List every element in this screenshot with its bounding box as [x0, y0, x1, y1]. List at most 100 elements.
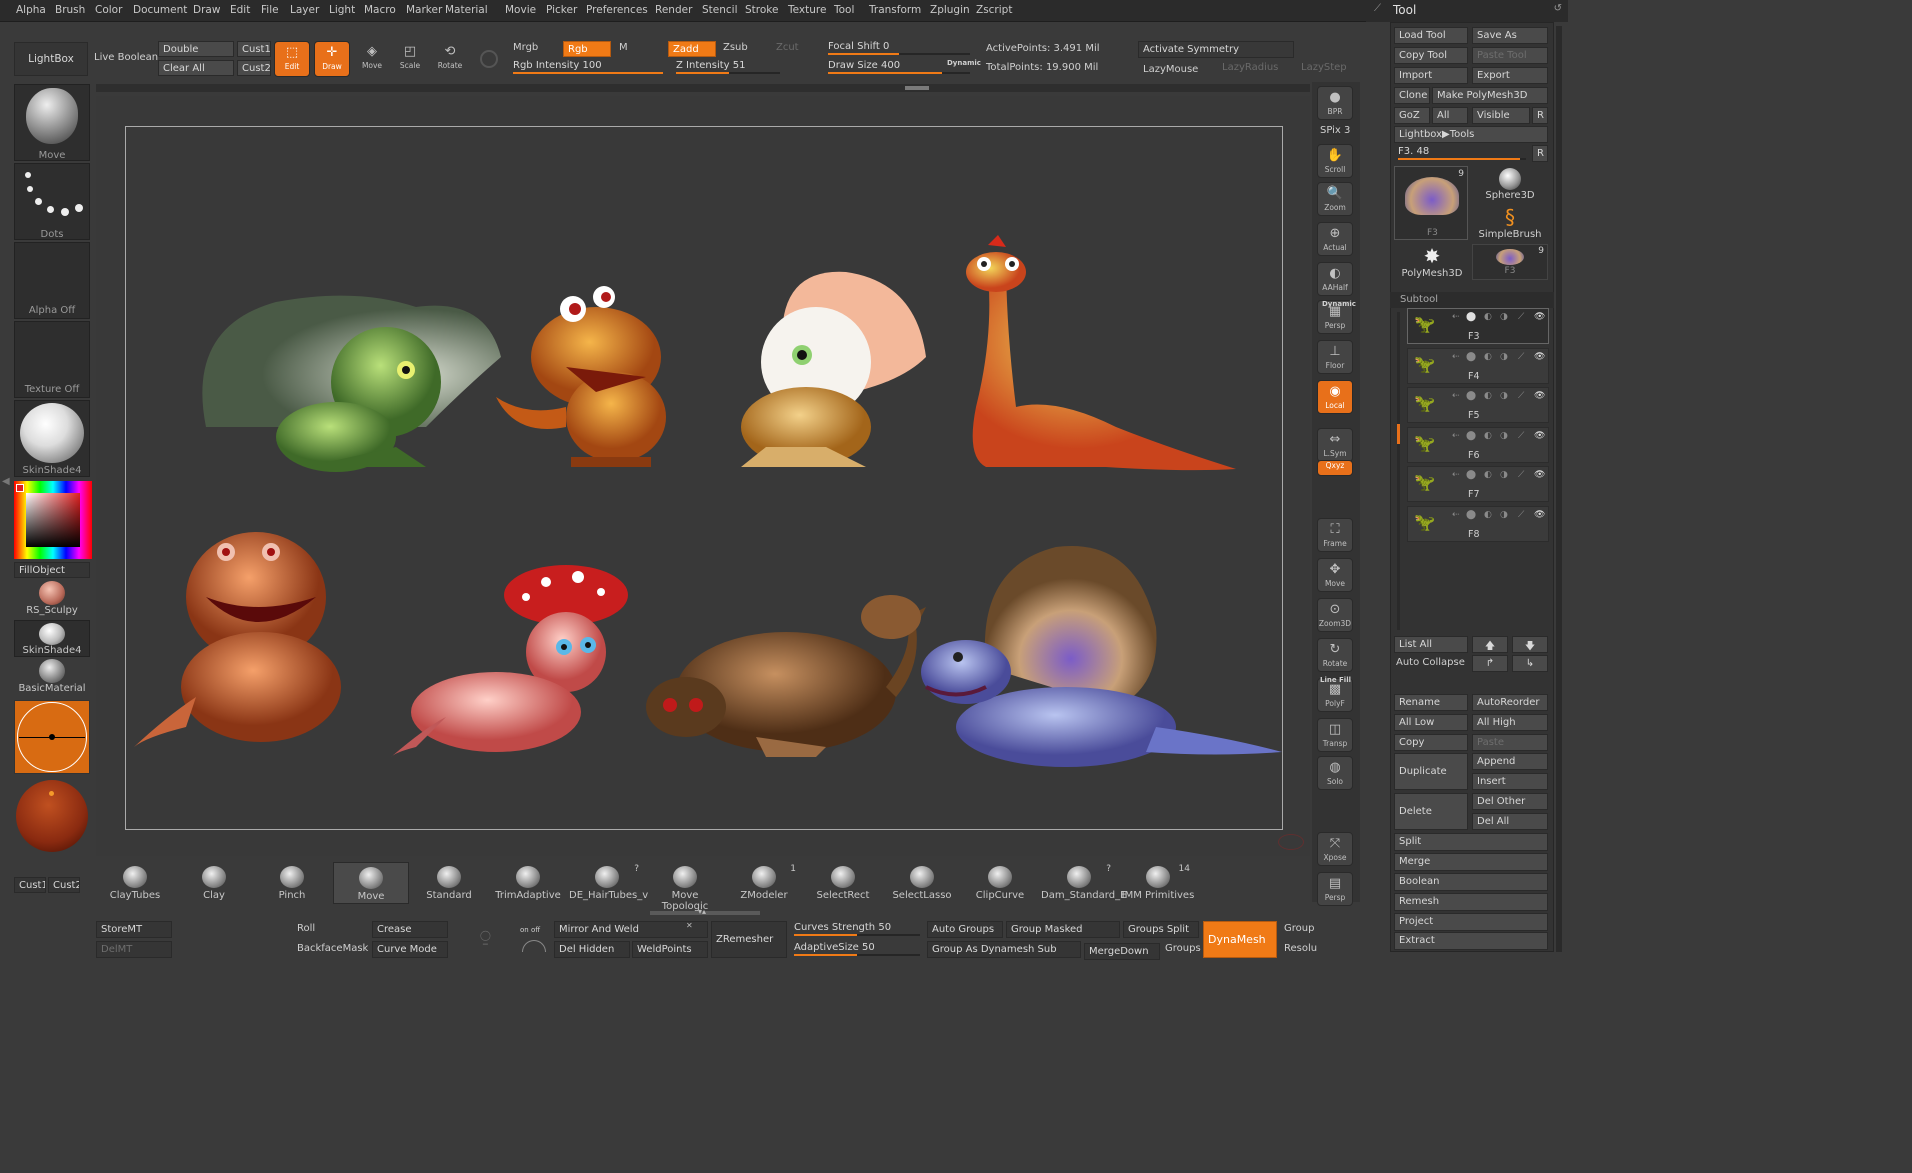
rgb-intensity-slider[interactable]: Rgb Intensity 100 [509, 59, 667, 75]
all-high-button[interactable]: All High [1472, 714, 1548, 731]
delmt-button[interactable]: DelMT [96, 941, 172, 958]
menu-transform[interactable]: Transform [869, 4, 921, 16]
shelf-transp-button[interactable]: ◫ Transp [1317, 718, 1353, 752]
rgb-button[interactable]: Rgb [563, 41, 611, 57]
del-hidden-button[interactable]: Del Hidden [554, 941, 630, 958]
menu-edit[interactable]: Edit [230, 4, 250, 16]
scale-mode-button[interactable]: ◰ Scale [392, 41, 428, 77]
z-intensity-slider[interactable]: Z Intensity 51 [672, 59, 784, 75]
shelf-xpose-button[interactable]: ⤧ Xpose [1317, 832, 1353, 866]
brush-dam-standard-e[interactable]: Dam_Standard_E? [1041, 862, 1126, 904]
dynamic-size-button[interactable]: Dynamic [947, 59, 981, 67]
menu-zplugin[interactable]: Zplugin [930, 4, 970, 16]
material-slot[interactable]: SkinShade4 [14, 400, 90, 477]
activate-symmetry-button[interactable]: Activate Symmetry [1138, 41, 1294, 58]
dynamesh-button[interactable]: DynaMesh [1203, 921, 1277, 958]
copy-tool-button[interactable]: Copy Tool [1394, 47, 1468, 64]
mode-icon[interactable]: ◐ [1484, 510, 1492, 520]
lightbox-button[interactable]: LightBox [14, 42, 88, 76]
gauge-icon[interactable] [522, 940, 546, 952]
curve-mode-button[interactable]: Curve Mode [372, 941, 448, 958]
duplicate-button[interactable]: Duplicate [1394, 753, 1468, 790]
eye-icon[interactable]: 👁 [1534, 352, 1545, 362]
mrgb-button[interactable]: Mrgb [513, 42, 538, 53]
menu-draw[interactable]: Draw [193, 4, 220, 16]
list-all-button[interactable]: List All [1394, 636, 1468, 653]
append-button[interactable]: Append [1472, 753, 1548, 770]
arrow-icon[interactable]: ⇠ [1452, 312, 1460, 322]
canvas-corner-gizmo[interactable] [1278, 834, 1304, 850]
eye-icon[interactable]: 👁 [1534, 510, 1545, 520]
arrow-icon[interactable]: ⇠ [1452, 510, 1460, 520]
subtool-row[interactable]: 🦖 F7 ⇠ ⬤ ◐ ◑ ⟋ 👁 [1407, 466, 1549, 502]
shelf-solo-button[interactable]: ◍ Solo [1317, 756, 1353, 790]
polypaint-toggle-icon[interactable]: ⬤ [1466, 510, 1476, 520]
menu-file[interactable]: File [261, 4, 279, 16]
roll-button[interactable]: Roll [297, 923, 315, 934]
paste-subtool-button[interactable]: Paste [1472, 734, 1548, 751]
top-divider-handle[interactable] [905, 86, 929, 90]
brush-icon[interactable]: ⟋ [1518, 312, 1524, 322]
tool-panel-scrollbar[interactable] [1556, 26, 1562, 952]
lightbox-tools-button[interactable]: Lightbox▶Tools [1394, 126, 1548, 143]
menu-material[interactable]: Material [445, 4, 488, 16]
stroke-slot[interactable]: Dots [14, 163, 90, 240]
mode-icon[interactable]: ◐ [1484, 470, 1492, 480]
load-tool-button[interactable]: Load Tool [1394, 27, 1468, 44]
mode2-icon[interactable]: ◑ [1500, 431, 1508, 441]
focal-shift-slider[interactable]: Focal Shift 0 [824, 40, 974, 56]
shelf-bpr-button[interactable]: ● BPR [1317, 86, 1353, 120]
mode-icon[interactable]: ◐ [1484, 312, 1492, 322]
skinshade4-material[interactable]: SkinShade4 [14, 620, 90, 657]
polypaint-toggle-icon[interactable]: ⬤ [1466, 431, 1476, 441]
spix-slider[interactable]: SPix 3 [1320, 125, 1350, 136]
shelf-move-button[interactable]: ✥ Move [1317, 558, 1353, 592]
extract-section[interactable]: Extract [1394, 932, 1548, 950]
brush-trimadaptive[interactable]: TrimAdaptive [490, 862, 566, 904]
shelf-frame-button[interactable]: ⛶ Frame [1317, 518, 1353, 552]
mergedown-button[interactable]: MergeDown [1084, 943, 1160, 960]
shelf-l-sym-button[interactable]: ⇔ L.Sym [1317, 428, 1353, 462]
zadd-button[interactable]: Zadd [668, 41, 716, 57]
cust1-bottom-button[interactable]: Cust1 [14, 877, 46, 893]
resolution-slider[interactable]: Resolu [1284, 943, 1317, 954]
menu-layer[interactable]: Layer [290, 4, 319, 16]
backfacemask-button[interactable]: BackfaceMask [297, 943, 368, 954]
shelf-persp-button[interactable]: ▤ Persp [1317, 872, 1353, 906]
merge-section[interactable]: Merge [1394, 853, 1548, 871]
goz-visible-button[interactable]: Visible [1472, 107, 1530, 124]
boolean-section[interactable]: Boolean [1394, 873, 1548, 891]
menu-macro[interactable]: Macro [364, 4, 396, 16]
menu-color[interactable]: Color [95, 4, 122, 16]
autoreorder-button[interactable]: AutoReorder [1472, 694, 1548, 711]
group-button[interactable]: Group [1284, 923, 1314, 934]
zsub-button[interactable]: Zsub [723, 42, 748, 53]
shelf-floor-button[interactable]: ⊥ Floor [1317, 340, 1353, 374]
group-masked-button[interactable]: Group Masked [1006, 921, 1120, 938]
cust2-top-button[interactable]: Cust2 [237, 60, 271, 76]
auto-groups-button[interactable]: Auto Groups [927, 921, 1003, 938]
tool-slider[interactable]: F3. 48 [1394, 145, 1530, 161]
brush-selectrect[interactable]: SelectRect [805, 862, 881, 904]
curves-strength-slider[interactable]: Curves Strength 50 [790, 921, 924, 937]
project-section[interactable]: Project [1394, 913, 1548, 931]
all-low-button[interactable]: All Low [1394, 714, 1468, 731]
tool-thumb-sphere3d[interactable]: Sphere3D [1472, 166, 1548, 202]
menu-render[interactable]: Render [655, 4, 692, 16]
brush-icon[interactable]: ⟋ [1518, 431, 1524, 441]
eye-icon[interactable]: 👁 [1534, 431, 1545, 441]
polypaint-toggle-icon[interactable]: ⬤ [1466, 312, 1476, 322]
shelf-rotate-button[interactable]: ↻ Rotate [1317, 638, 1353, 672]
tool-panel-header[interactable]: ⟋ Tool ↺ [1366, 0, 1568, 22]
brush-icon[interactable]: ⟋ [1518, 391, 1524, 401]
light-sphere-icon[interactable] [16, 780, 88, 852]
mode2-icon[interactable]: ◑ [1500, 470, 1508, 480]
menu-preferences[interactable]: Preferences [586, 4, 648, 16]
live-boolean-button[interactable]: Live Boolean [94, 52, 158, 63]
menu-stencil[interactable]: Stencil [702, 4, 738, 16]
brush-imm-primitives[interactable]: IMM Primitives 14 [1120, 862, 1196, 904]
tool-thumb-f3[interactable]: 9 F3 [1394, 166, 1468, 240]
polypaint-toggle-icon[interactable]: ⬤ [1466, 352, 1476, 362]
color-picker[interactable] [14, 481, 92, 559]
goz-r-button[interactable]: R [1532, 107, 1548, 124]
